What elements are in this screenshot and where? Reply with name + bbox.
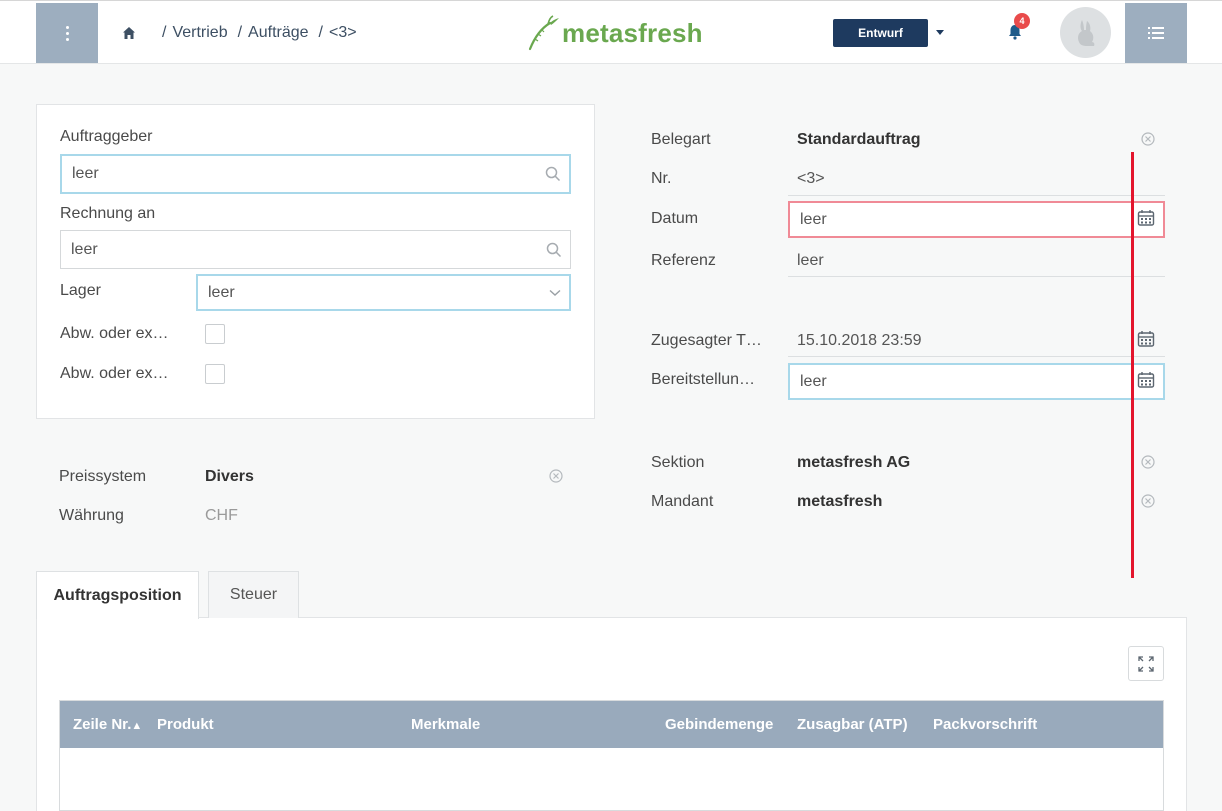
- tab-auftragsposition[interactable]: Auftragsposition: [36, 571, 199, 619]
- clear-icon[interactable]: [1141, 455, 1155, 469]
- logo-text: metasfresh: [562, 17, 703, 48]
- referenz-label: Referenz: [651, 252, 716, 269]
- checkbox1-label: Abw. oder ex…: [60, 325, 169, 342]
- avatar[interactable]: [1060, 7, 1111, 58]
- menu-button[interactable]: [36, 3, 98, 63]
- breadcrumb-item-document[interactable]: <3>: [329, 24, 357, 42]
- calendar-icon[interactable]: [1137, 209, 1155, 227]
- annotation-marker: [1131, 152, 1134, 578]
- preissystem-value[interactable]: Divers: [205, 468, 254, 486]
- bereitstellung-label: Bereitstellun…: [651, 371, 756, 388]
- expand-icon: [1138, 655, 1154, 672]
- order-lines-table: Zeile Nr.▲ Produkt Merkmale Gebindemenge…: [59, 700, 1164, 811]
- search-icon[interactable]: [546, 242, 562, 258]
- column-header-produkt[interactable]: Produkt: [157, 716, 214, 733]
- calendar-icon[interactable]: [1137, 371, 1155, 389]
- lager-select[interactable]: leer: [196, 274, 571, 311]
- column-header-zeile-nr[interactable]: Zeile Nr.▲: [73, 716, 142, 733]
- breadcrumb: / Vertrieb / Aufträge / <3>: [162, 24, 357, 42]
- divider: [788, 276, 1165, 277]
- divider: [788, 356, 1165, 357]
- clear-icon[interactable]: [549, 469, 563, 483]
- calendar-icon[interactable]: [1137, 330, 1155, 348]
- rabbit-avatar-icon: [1077, 19, 1094, 46]
- rechnung-an-input[interactable]: leer: [60, 230, 571, 269]
- table-header: Zeile Nr.▲ Produkt Merkmale Gebindemenge…: [60, 701, 1163, 748]
- kebab-menu-icon: [65, 25, 69, 41]
- zugesagt-label: Zugesagter T…: [651, 332, 762, 349]
- carrot-logo-icon: [528, 15, 559, 51]
- top-bar: / Vertrieb / Aufträge / <3> metasfresh E…: [0, 0, 1222, 64]
- tab-steuer[interactable]: Steuer: [208, 571, 299, 618]
- metasfresh-logo[interactable]: metasfresh: [526, 15, 703, 51]
- mandant-value[interactable]: metasfresh: [797, 493, 882, 511]
- zugesagt-value[interactable]: 15.10.2018 23:59: [797, 332, 922, 350]
- notification-badge: 4: [1014, 13, 1030, 29]
- datum-label: Datum: [651, 210, 699, 227]
- sektion-value[interactable]: metasfresh AG: [797, 454, 910, 472]
- belegart-value[interactable]: Standardauftrag: [797, 131, 921, 149]
- home-icon[interactable]: [121, 25, 137, 41]
- clear-icon[interactable]: [1141, 494, 1155, 508]
- status-dropdown-caret-icon[interactable]: [936, 30, 944, 35]
- preissystem-label: Preissystem: [59, 468, 147, 485]
- checkbox2-label: Abw. oder ex…: [60, 365, 169, 382]
- list-icon: [1148, 27, 1164, 39]
- nr-label: Nr.: [651, 170, 672, 187]
- referenz-value[interactable]: leer: [797, 252, 824, 270]
- checkbox1[interactable]: [205, 324, 225, 344]
- search-icon[interactable]: [545, 166, 561, 182]
- lager-label: Lager: [60, 282, 101, 299]
- breadcrumb-item-auftraege[interactable]: Aufträge: [248, 24, 308, 42]
- column-header-merkmale[interactable]: Merkmale: [411, 716, 480, 733]
- auftraggeber-input[interactable]: leer: [60, 154, 571, 194]
- bereitstellung-input[interactable]: leer: [788, 363, 1165, 400]
- clear-icon[interactable]: [1141, 132, 1155, 146]
- datum-input[interactable]: leer: [788, 201, 1165, 238]
- expand-button[interactable]: [1128, 646, 1164, 681]
- side-list-button[interactable]: [1125, 3, 1187, 63]
- waehrung-label: Währung: [59, 507, 124, 524]
- auftraggeber-label: Auftraggeber: [60, 128, 153, 145]
- belegart-label: Belegart: [651, 131, 711, 148]
- sektion-label: Sektion: [651, 454, 705, 471]
- waehrung-value: CHF: [205, 507, 238, 524]
- chevron-down-icon: [549, 289, 561, 296]
- column-header-gebindemenge[interactable]: Gebindemenge: [665, 716, 773, 733]
- sort-ascending-icon: ▲: [131, 720, 143, 732]
- divider: [788, 195, 1165, 196]
- breadcrumb-item-vertrieb[interactable]: Vertrieb: [172, 24, 227, 42]
- document-status-button[interactable]: Entwurf: [833, 19, 928, 47]
- column-header-packvorschrift[interactable]: Packvorschrift: [933, 716, 1037, 733]
- checkbox2[interactable]: [205, 364, 225, 384]
- column-header-zusagbar-atp[interactable]: Zusagbar (ATP): [797, 716, 908, 733]
- nr-value[interactable]: <3>: [797, 170, 825, 188]
- mandant-label: Mandant: [651, 493, 714, 510]
- rechnung-an-label: Rechnung an: [60, 205, 156, 222]
